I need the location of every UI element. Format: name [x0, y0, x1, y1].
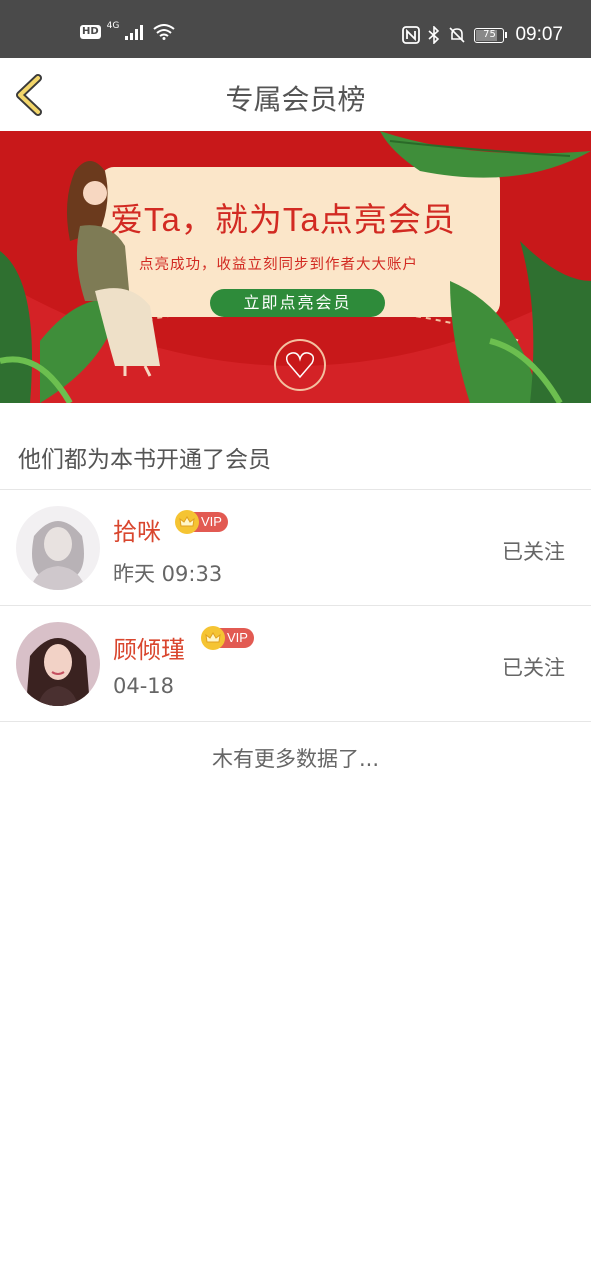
member-name[interactable]: 顾倾瑾: [113, 630, 185, 665]
navigation-header: 专属会员榜: [0, 58, 591, 131]
bell-muted-icon: [449, 27, 466, 43]
signal-icon: [125, 25, 144, 40]
banner-cta-button[interactable]: 立即点亮会员: [210, 289, 385, 317]
vip-badge: VIP: [201, 626, 254, 650]
vip-badge: VIP: [175, 510, 228, 534]
section-title: 他们都为本书开通了会员: [18, 447, 271, 473]
nfc-icon: [402, 26, 421, 44]
bluetooth-icon: [428, 26, 440, 44]
avatar[interactable]: [16, 506, 100, 590]
battery-indicator: 75: [474, 27, 508, 43]
status-left: HD 4G: [80, 21, 175, 40]
banner-headline: 爱Ta，就为Ta点亮会员: [110, 201, 456, 238]
network-label: 4G: [106, 21, 120, 31]
member-row[interactable]: 顾倾瑾 VIP 04-18 已关注: [0, 606, 591, 721]
hd-badge: HD: [80, 25, 101, 39]
crown-icon: [201, 626, 225, 650]
no-more-data-text: 木有更多数据了...: [211, 747, 380, 771]
member-time: 昨天 09:33: [113, 562, 223, 586]
promo-banner[interactable]: 爱Ta，就为Ta点亮会员 点亮成功，收益立刻同步到作者大大账户 立即点亮会员: [0, 131, 591, 403]
banner-subline: 点亮成功，收益立刻同步到作者大大账户: [139, 257, 418, 273]
battery-body: 75: [474, 27, 505, 43]
follow-status[interactable]: 已关注: [502, 536, 565, 566]
status-right: 75 09:07: [402, 24, 563, 46]
battery-level: 75: [483, 28, 496, 40]
member-name[interactable]: 拾咪: [113, 512, 161, 547]
avatar[interactable]: [16, 622, 100, 706]
member-time: 04-18: [113, 674, 175, 698]
follow-status[interactable]: 已关注: [502, 652, 565, 682]
wifi-icon: [153, 24, 175, 40]
divider: [0, 721, 591, 722]
crown-icon: [175, 510, 199, 534]
avatar-image: [16, 506, 100, 590]
page-title: 专属会员榜: [225, 83, 366, 116]
member-row[interactable]: 拾咪 VIP 昨天 09:33 已关注: [0, 490, 591, 605]
clock: 09:07: [515, 24, 563, 45]
battery-tip: [505, 32, 508, 38]
avatar-image: [16, 622, 100, 706]
status-bar: HD 4G 75 09:07: [0, 0, 591, 58]
